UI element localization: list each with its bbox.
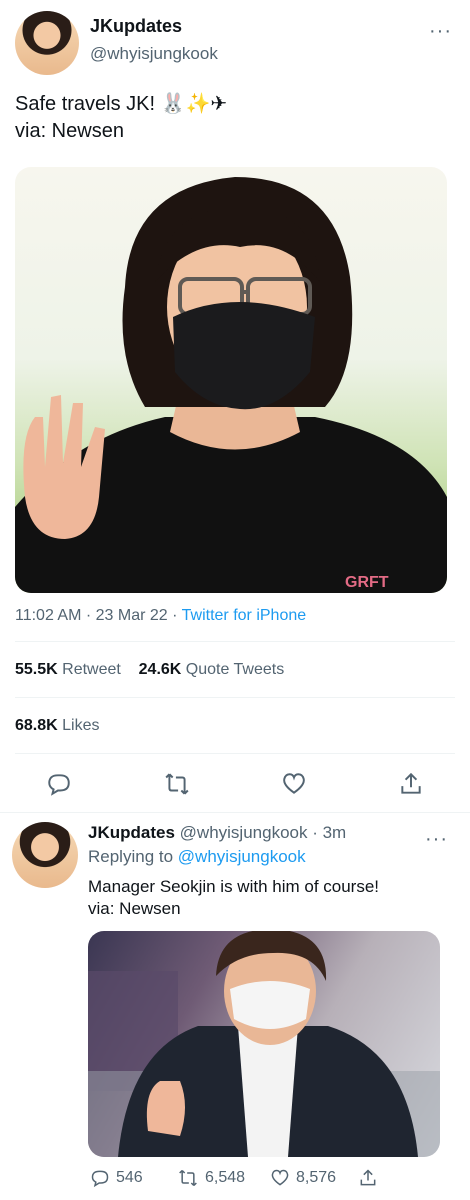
reply-more-options-button[interactable]: ··· <box>425 829 448 849</box>
tweet-source-link[interactable]: Twitter for iPhone <box>182 607 307 624</box>
likes-stat[interactable]: 68.8K Likes <box>15 717 100 735</box>
reply-like-button[interactable]: 8,576 <box>270 1168 336 1188</box>
reply-age[interactable]: · 3m <box>312 823 346 842</box>
like-icon[interactable] <box>281 771 307 797</box>
separator-dot: · <box>85 607 92 624</box>
like-icon <box>270 1168 290 1188</box>
engagement-row: 55.5K Retweet 24.6K Quote Tweets <box>15 661 284 679</box>
replying-prefix: Replying to <box>88 847 174 866</box>
replying-to-line: Replying to @whyisjungkook <box>88 847 306 867</box>
reply-retweet-button[interactable]: 6,548 <box>177 1168 245 1188</box>
tweet-photo[interactable]: GRFT <box>15 167 447 593</box>
reply-text: Manager Seokjin is with him of course! v… <box>88 877 380 918</box>
replying-to-handle[interactable]: @whyisjungkook <box>178 847 306 866</box>
like-count: 8,576 <box>296 1169 337 1186</box>
tweet-time[interactable]: 11:02 AM <box>15 607 81 624</box>
divider <box>15 697 455 698</box>
retweets-stat[interactable]: 55.5K Retweet <box>15 661 121 678</box>
reply-icon[interactable] <box>46 771 72 797</box>
reply-share-button[interactable] <box>358 1168 378 1188</box>
author-handle[interactable]: @whyisjungkook <box>90 44 218 64</box>
reply-count: 546 <box>116 1169 143 1186</box>
separator-dot: · <box>172 607 178 624</box>
reply-header: JKupdates @whyisjungkook · 3m <box>88 823 346 843</box>
tweet-date[interactable]: 23 Mar 22 <box>96 607 168 624</box>
divider <box>15 753 455 754</box>
reply-photo-illustration <box>88 931 440 1157</box>
reply-handle[interactable]: @whyisjungkook <box>180 823 308 842</box>
shirt-print: GRFT <box>345 574 389 591</box>
divider <box>15 641 455 642</box>
reply-reply-button[interactable]: 546 <box>90 1168 143 1188</box>
author-display-name[interactable]: JKupdates <box>90 16 182 37</box>
share-icon <box>358 1168 378 1188</box>
retweet-icon <box>177 1168 199 1188</box>
retweet-icon[interactable] <box>163 771 191 797</box>
tweet-text: Safe travels JK! 🐰✨✈ via: Newsen <box>15 93 228 142</box>
reply-photo[interactable] <box>88 931 440 1157</box>
reply-icon <box>90 1168 110 1188</box>
author-avatar[interactable] <box>15 11 79 75</box>
reply-display-name[interactable]: JKupdates <box>88 823 175 842</box>
retweet-count: 6,548 <box>205 1169 246 1186</box>
tweet-timestamp-row: 11:02 AM · 23 Mar 22 · Twitter for iPhon… <box>15 607 306 625</box>
photo-illustration: GRFT <box>15 177 447 593</box>
section-separator <box>0 812 470 813</box>
reply-author-avatar[interactable] <box>12 822 78 888</box>
quote-tweets-stat[interactable]: 24.6K Quote Tweets <box>139 661 285 678</box>
more-options-button[interactable]: ··· <box>429 21 452 41</box>
share-icon[interactable] <box>398 771 424 797</box>
